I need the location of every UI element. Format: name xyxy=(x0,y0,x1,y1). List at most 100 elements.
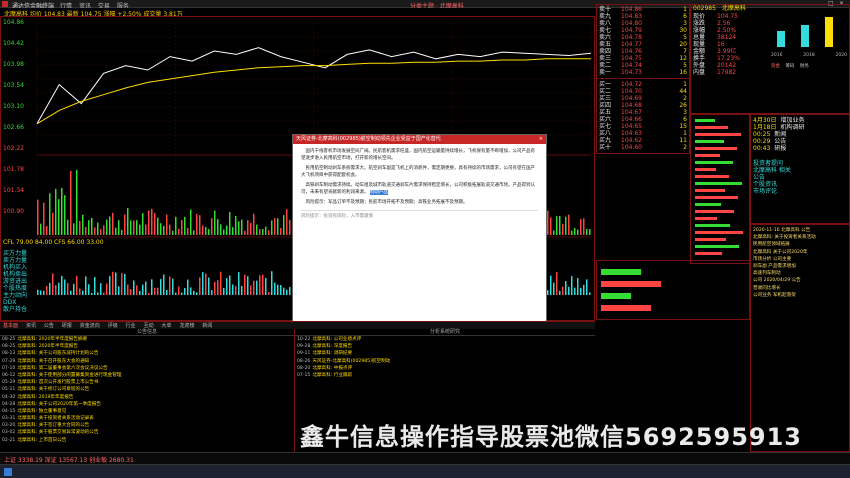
volume-bar xyxy=(70,170,72,235)
news-date: 07-15 xyxy=(297,372,311,378)
info-row[interactable]: 1月18日 机构调研 xyxy=(753,124,847,131)
news-item[interactable]: 07-29 北摩高科: 关于召开股东大会的通知 xyxy=(2,358,294,365)
popup-paragraph: 民用航空制动刹车系统需求大。航空刹车副是飞机上的消耗件，需定期更换，具有持续的市… xyxy=(301,166,535,178)
news-item[interactable]: 03-31 北摩高科: 关于投资者关系活动记录表 xyxy=(2,415,294,422)
news-item[interactable]: 05-11 北摩高科: 关于修订公司章程的公告 xyxy=(2,386,294,393)
right-news-item[interactable]: 北摩高科: 关于投资者关系活动 xyxy=(753,234,847,241)
news-item[interactable]: 05-29 北摩高科: 首次公开发行股票上市公告书 xyxy=(2,379,294,386)
right-news-item[interactable]: 刹车副 产品需求增加 xyxy=(753,263,847,270)
right-news-item[interactable]: 公司业务 军机起落架 xyxy=(753,292,847,299)
order-row[interactable]: 买五 104.67 3 xyxy=(599,109,687,116)
news-item[interactable]: 08-20 北摩高科: 中报点评 xyxy=(297,365,595,372)
news-item[interactable]: 04-15 北摩高科: 独立董事意见 xyxy=(2,408,294,415)
app-logo-icon xyxy=(2,1,8,7)
tab-finance[interactable]: 财务 xyxy=(800,64,809,69)
right-news-item[interactable]: 2020-11-16 北摩高科 公告 xyxy=(753,227,847,234)
right-news-item[interactable]: 民用航空领域拓展 xyxy=(753,241,847,248)
price-axis: 104.86 104.42 103.98 103.54 103.10 102.6… xyxy=(3,19,33,229)
order-row[interactable]: 买四 104.68 26 xyxy=(599,102,687,109)
info-row[interactable]: 00:29 公告 xyxy=(753,138,847,145)
info-row[interactable]: 00:25 新闻 xyxy=(753,131,847,138)
order-price: 104.68 xyxy=(621,102,642,109)
order-row[interactable]: 卖六 104.78 5 xyxy=(599,34,687,41)
order-row[interactable]: 买七 104.65 15 xyxy=(599,123,687,130)
indicator-label[interactable]: 个股热度 xyxy=(3,285,37,292)
right-news-item[interactable]: 营收同比增长 xyxy=(753,285,847,292)
right-news-item[interactable]: 高速列车制动 xyxy=(753,270,847,277)
order-row[interactable]: 买八 104.63 1 xyxy=(599,130,687,137)
volume-bar xyxy=(571,230,573,235)
indicator-label[interactable]: 散户持仓 xyxy=(3,306,37,313)
news-item[interactable]: 09-28 北摩高科: 深度报告 xyxy=(297,343,595,350)
news-item[interactable]: 09-11 北摩高科: 调研纪要 xyxy=(297,350,595,357)
order-row[interactable]: 卖七 104.79 30 xyxy=(599,27,687,34)
volume-bar xyxy=(280,228,282,235)
right-news-item[interactable]: 公司 2020/04/29 公告 xyxy=(753,277,847,284)
news-date: 07-29 xyxy=(2,358,16,364)
side-link[interactable]: 个股资讯 xyxy=(753,181,847,188)
news-item[interactable]: 04-30 北摩高科: 2019年年度报告 xyxy=(2,394,294,401)
order-row[interactable]: 买一 104.72 1 xyxy=(599,81,687,88)
news-title: 北摩高科: 关于召开股东大会的通知 xyxy=(17,358,90,364)
volume-bar xyxy=(61,187,63,235)
order-row[interactable]: 买九 104.62 11 xyxy=(599,137,687,144)
news-item[interactable]: 08-25 北摩高科: 2020年半年度报告摘要 xyxy=(2,336,294,343)
news-item[interactable]: 07-15 北摩高科: 行业跟踪 xyxy=(297,372,595,379)
order-row[interactable]: 卖二 104.74 5 xyxy=(599,62,687,69)
order-row[interactable]: 卖五 104.77 20 xyxy=(599,41,687,48)
indicator-bar xyxy=(547,290,549,295)
order-row[interactable]: 卖三 104.75 12 xyxy=(599,55,687,62)
order-row[interactable]: 买三 104.69 2 xyxy=(599,95,687,102)
news-item[interactable]: 03-20 北摩高科: 关于签订重大合同的公告 xyxy=(2,422,294,429)
side-link[interactable]: 公告 xyxy=(753,174,847,181)
tab-funds[interactable]: 资金 xyxy=(771,64,780,69)
volume-bar xyxy=(139,224,141,235)
news-item[interactable]: 08-25 北摩高科: 2020年半年度报告 xyxy=(2,343,294,350)
indicator-label[interactable]: 机构卖出 xyxy=(3,271,37,278)
article-popup[interactable]: 天风证券-北摩高科(002985)航空制动领先企业受益于国产化替代 × 国内干线… xyxy=(292,134,547,322)
order-row[interactable]: 卖十 104.86 1 xyxy=(599,6,687,13)
order-row[interactable]: 买十 104.60 2 xyxy=(599,144,687,151)
news-item[interactable]: 07-10 北摩高科: 第二届董事会第六次会议决议公告 xyxy=(2,365,294,372)
news-item[interactable]: 06-12 北摩高科: 关于使用部分闲置募集资金进行现金管理 xyxy=(2,372,294,379)
volume-bar xyxy=(97,222,99,235)
news-item[interactable]: 02-21 北摩高科: 上市首日公告 xyxy=(2,437,294,444)
order-row[interactable]: 卖一 104.73 16 xyxy=(599,69,687,76)
price-tick: 103.98 xyxy=(3,61,24,68)
order-row[interactable]: 卖八 104.80 3 xyxy=(599,20,687,27)
news-item[interactable]: 04-28 北摩高科: 关于公司2020年第一季度报告 xyxy=(2,401,294,408)
popup-paragraph-text: 高铁刹车制动需求持续。动车组及城市轨道交通刹车片需求保持稳定增长，公司积极拓展轨… xyxy=(301,183,535,195)
indicator-label[interactable]: 机构买入 xyxy=(3,264,37,271)
order-row[interactable]: 卖四 104.76 7 xyxy=(599,48,687,55)
right-news-item[interactable]: 市场分析 公司主要 xyxy=(753,256,847,263)
news-date: 09-11 xyxy=(297,351,311,357)
indicator-label[interactable]: 卖方力量 xyxy=(3,257,37,264)
news-item[interactable]: 08-26 天风证券-北摩高科(002985)航空制动 xyxy=(297,358,595,365)
quote-row: 换手 17.23% xyxy=(693,55,761,62)
popup-close-icon[interactable]: × xyxy=(539,135,543,144)
order-row[interactable]: 买六 104.66 6 xyxy=(599,116,687,123)
tab-chips[interactable]: 筹码 xyxy=(785,64,794,69)
order-volume: 1 xyxy=(683,6,687,13)
indicator-bar xyxy=(55,285,57,295)
news-item[interactable]: 08-13 北摩高科: 关于公司股东减持计划的公告 xyxy=(2,350,294,357)
volume-bar xyxy=(283,215,285,235)
side-link[interactable]: 投资者提问 xyxy=(753,160,847,167)
start-icon[interactable] xyxy=(4,468,12,476)
right-news-item[interactable]: 北摩高科 关于公司2020年 xyxy=(753,249,847,256)
indicator-label[interactable]: 买方力量 xyxy=(3,250,37,257)
order-price: 104.69 xyxy=(621,95,642,102)
order-row[interactable]: 买二 104.70 44 xyxy=(599,88,687,95)
info-row[interactable]: 00:43 研报 xyxy=(753,145,847,152)
order-level: 卖九 xyxy=(599,13,612,20)
news-item[interactable]: 10-22 北摩高科: 公司业绩点评 xyxy=(297,336,595,343)
side-link[interactable]: 北摩高科 相关 xyxy=(753,167,847,174)
volume-bar xyxy=(583,218,585,235)
side-link[interactable]: 市场评论 xyxy=(753,188,847,195)
indicator-label[interactable]: 主力动向 xyxy=(3,292,37,299)
info-row[interactable]: 4月30日 增加业务 xyxy=(753,117,847,124)
order-row[interactable]: 卖九 104.83 6 xyxy=(599,13,687,20)
indicator-label[interactable]: DDX xyxy=(3,299,37,306)
indicator-label[interactable]: 游资进出 xyxy=(3,278,37,285)
news-item[interactable]: 03-02 北摩高科: 关于股票交易异常波动的公告 xyxy=(2,429,294,436)
